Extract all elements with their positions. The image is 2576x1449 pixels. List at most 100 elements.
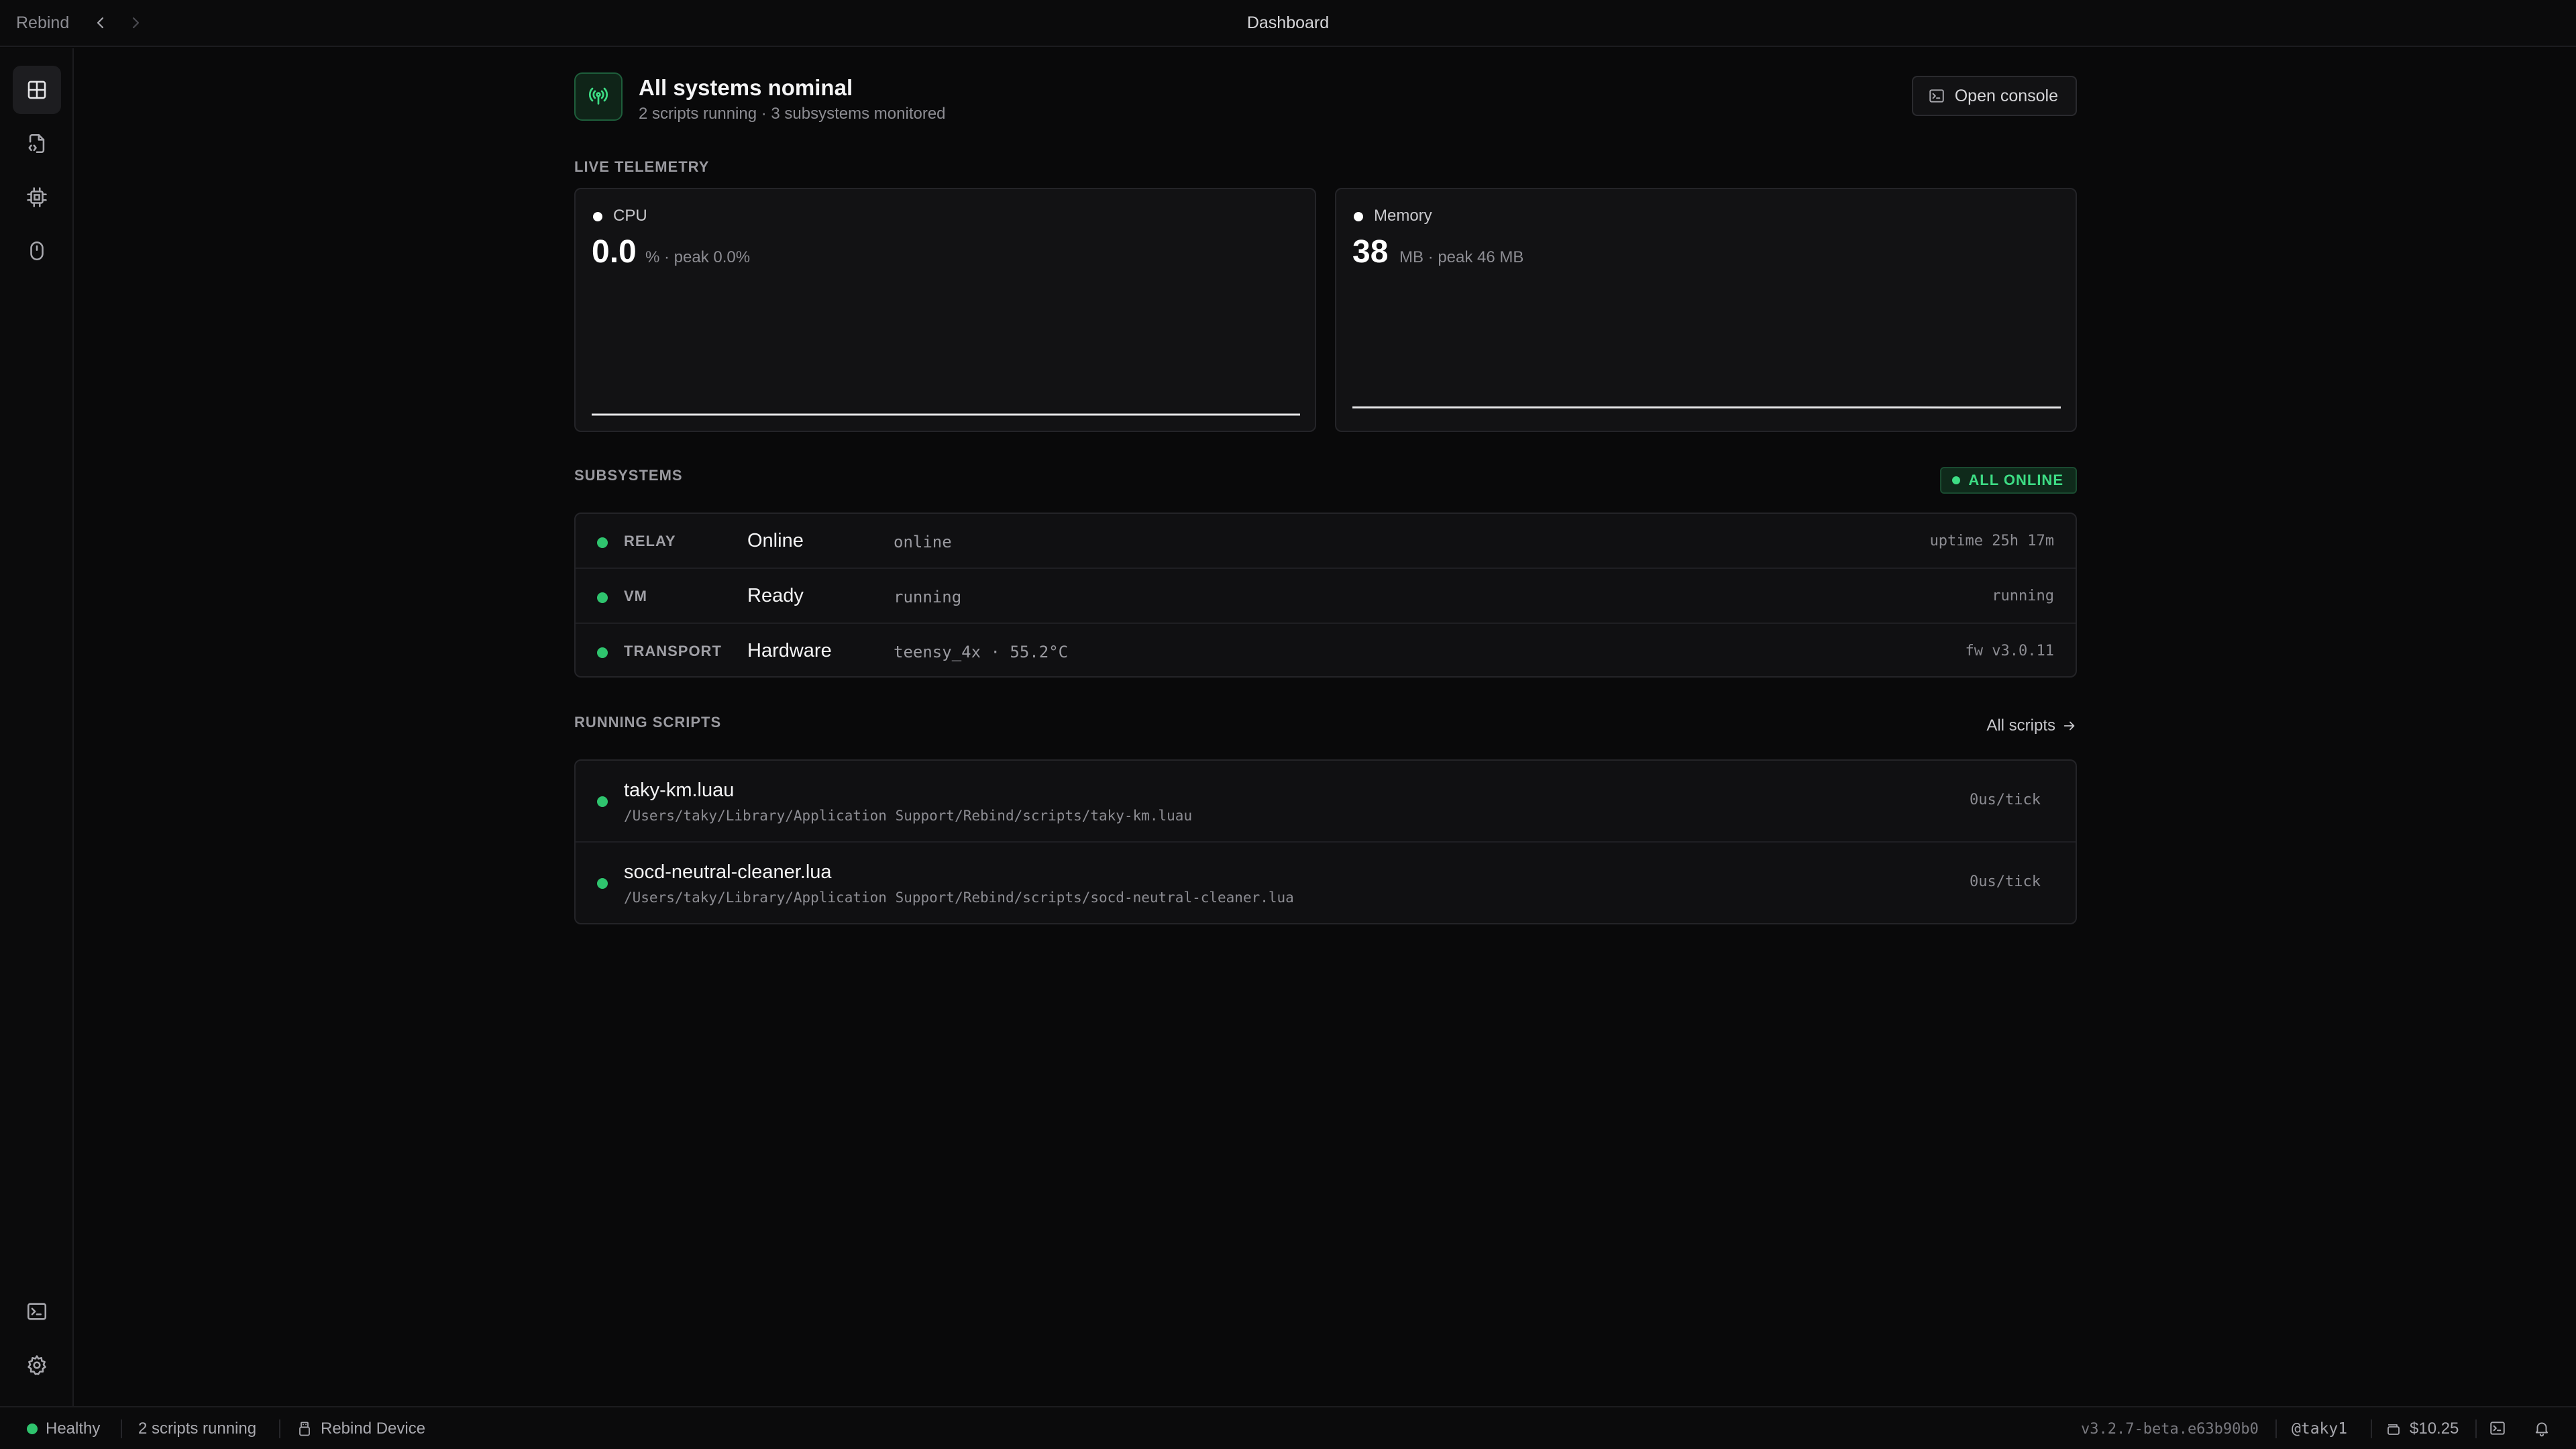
sidebar-item-dashboard[interactable] (13, 66, 61, 114)
all-online-badge: ALL ONLINE (1940, 467, 2077, 494)
scripts-status[interactable]: 2 scripts running (138, 1419, 256, 1438)
notifications-button[interactable] (2533, 1419, 2551, 1437)
script-row[interactable]: taky-km.luau /Users/taky/Library/Applica… (576, 761, 2076, 843)
version-text: v3.2.7-beta.e63b90b0 (2081, 1421, 2259, 1438)
version-label: v3.2.7-beta.e63b90b0 (2081, 1421, 2259, 1438)
cpu-card: CPU 0.0 % · peak 0.0% (574, 188, 1316, 432)
subsystem-row-relay[interactable]: RELAY Online online uptime 25h 17m (576, 514, 2076, 569)
open-console-label: Open console (1954, 86, 2058, 105)
subsystem-meta: uptime 25h 17m (1929, 533, 2054, 549)
subsystem-meta: running (1992, 588, 2054, 604)
page-subtitle: 2 scripts running · 3 subsystems monitor… (639, 105, 946, 123)
cpu-label: CPU (613, 207, 647, 225)
subsystem-state: Hardware (747, 640, 832, 661)
memory-value: 38 (1352, 234, 1389, 270)
device-label: Rebind Device (321, 1419, 426, 1438)
subsystem-detail: running (894, 588, 962, 606)
divider (279, 1419, 280, 1438)
script-row[interactable]: socd-neutral-cleaner.lua /Users/taky/Lib… (576, 843, 2076, 923)
script-name: taky-km.luau (624, 780, 735, 801)
balance-text: $10.25 (2410, 1419, 2459, 1438)
subsystem-key: VM (624, 588, 647, 604)
memory-label: Memory (1374, 207, 1432, 225)
cpu-sparkline (592, 413, 1300, 416)
status-dot (597, 878, 608, 889)
status-dot (597, 592, 608, 603)
sidebar-item-input[interactable] (13, 227, 61, 275)
device-status[interactable]: Rebind Device (297, 1419, 425, 1438)
mouse-icon (30, 241, 44, 261)
status-bar: Healthy 2 scripts running Rebind Device … (0, 1406, 2576, 1449)
subsystem-state: Ready (747, 585, 804, 606)
terminal-icon (1929, 89, 1944, 103)
sidebar-item-device[interactable] (13, 173, 61, 221)
subsystem-detail: teensy_4x · 55.2°C (894, 643, 1069, 661)
subsystem-meta: fw v3.0.11 (1965, 643, 2054, 659)
scripts-table: taky-km.luau /Users/taky/Library/Applica… (574, 759, 2077, 924)
arrow-right-icon (2063, 721, 2075, 731)
user-handle[interactable]: @taky1 (2292, 1420, 2347, 1438)
script-path: /Users/taky/Library/Application Support/… (624, 808, 1193, 824)
sidebar (0, 48, 74, 1406)
health-dot (27, 1424, 38, 1434)
sidebar-item-settings[interactable] (13, 1341, 61, 1389)
subsystems-table: RELAY Online online uptime 25h 17m VM Re… (574, 513, 2077, 678)
terminal-icon (27, 1303, 47, 1320)
divider (2371, 1419, 2372, 1438)
script-tick: 0us/tick (1970, 873, 2041, 890)
gear-icon (28, 1355, 46, 1375)
memory-dot (1354, 212, 1363, 221)
health-status[interactable]: Healthy (27, 1419, 100, 1438)
bell-icon (2535, 1422, 2548, 1437)
terminal-icon (2490, 1421, 2505, 1435)
status-dot (597, 537, 608, 548)
memory-unit: MB · peak 46 MB (1399, 248, 1524, 266)
script-name: socd-neutral-cleaner.lua (624, 861, 832, 883)
status-tile (574, 72, 623, 121)
section-label-telemetry: LIVE TELEMETRY (574, 158, 710, 175)
chip-icon (27, 187, 47, 207)
telemetry-panel: CPU 0.0 % · peak 0.0% Memory 38 MB · pea… (574, 188, 2077, 432)
title-bar: Rebind Dashboard (0, 0, 2576, 47)
cpu-dot (593, 212, 602, 221)
subsystem-state: Online (747, 530, 804, 551)
divider (2275, 1419, 2277, 1438)
wallet-balance[interactable]: $10.25 (2385, 1419, 2459, 1438)
section-label-subsystems: SUBSYSTEMS (574, 467, 683, 484)
memory-card: Memory 38 MB · peak 46 MB (1335, 188, 2077, 432)
scripts-count-label: 2 scripts running (138, 1419, 257, 1438)
subsystem-row-vm[interactable]: VM Ready running running (576, 569, 2076, 624)
divider (121, 1419, 122, 1438)
section-label-scripts: RUNNING SCRIPTS (574, 714, 722, 731)
subsystem-row-transport[interactable]: TRANSPORT Hardware teensy_4x · 55.2°C fw… (576, 624, 2076, 676)
window-title: Dashboard (1246, 13, 1330, 32)
broadcast-icon (589, 87, 608, 105)
app-window: Rebind Dashboard All systems nominal 2 s… (0, 0, 2576, 1449)
subsystem-key: RELAY (624, 533, 676, 549)
sidebar-item-scripts[interactable] (13, 119, 61, 168)
divider (2475, 1419, 2477, 1438)
sidebar-item-console[interactable] (13, 1287, 61, 1336)
health-label: Healthy (46, 1419, 101, 1438)
script-tick: 0us/tick (1970, 792, 2041, 808)
grid-icon (28, 80, 46, 99)
cpu-value: 0.0 (592, 234, 637, 270)
script-path: /Users/taky/Library/Application Support/… (624, 890, 1294, 906)
open-console-button[interactable]: Open console (1911, 76, 2077, 116)
status-dot (597, 796, 608, 807)
all-scripts-label: All scripts (1986, 716, 2055, 735)
cpu-unit: % · peak 0.0% (645, 248, 751, 266)
all-scripts-link[interactable]: All scripts (1986, 716, 2077, 735)
subsystem-key: TRANSPORT (624, 643, 722, 659)
page-title: All systems nominal (639, 75, 853, 100)
subsystem-detail: online (894, 533, 952, 551)
status-dot (597, 647, 608, 658)
memory-sparkline (1352, 406, 2061, 409)
badge-label: ALL ONLINE (1968, 472, 2063, 488)
status-header: All systems nominal 2 scripts running · … (574, 72, 2077, 123)
badge-dot (1952, 476, 1961, 484)
script-file-icon (28, 133, 45, 154)
console-toggle[interactable] (2489, 1419, 2506, 1437)
user-text: @taky1 (2292, 1420, 2348, 1438)
wallet-icon (2387, 1424, 2400, 1435)
